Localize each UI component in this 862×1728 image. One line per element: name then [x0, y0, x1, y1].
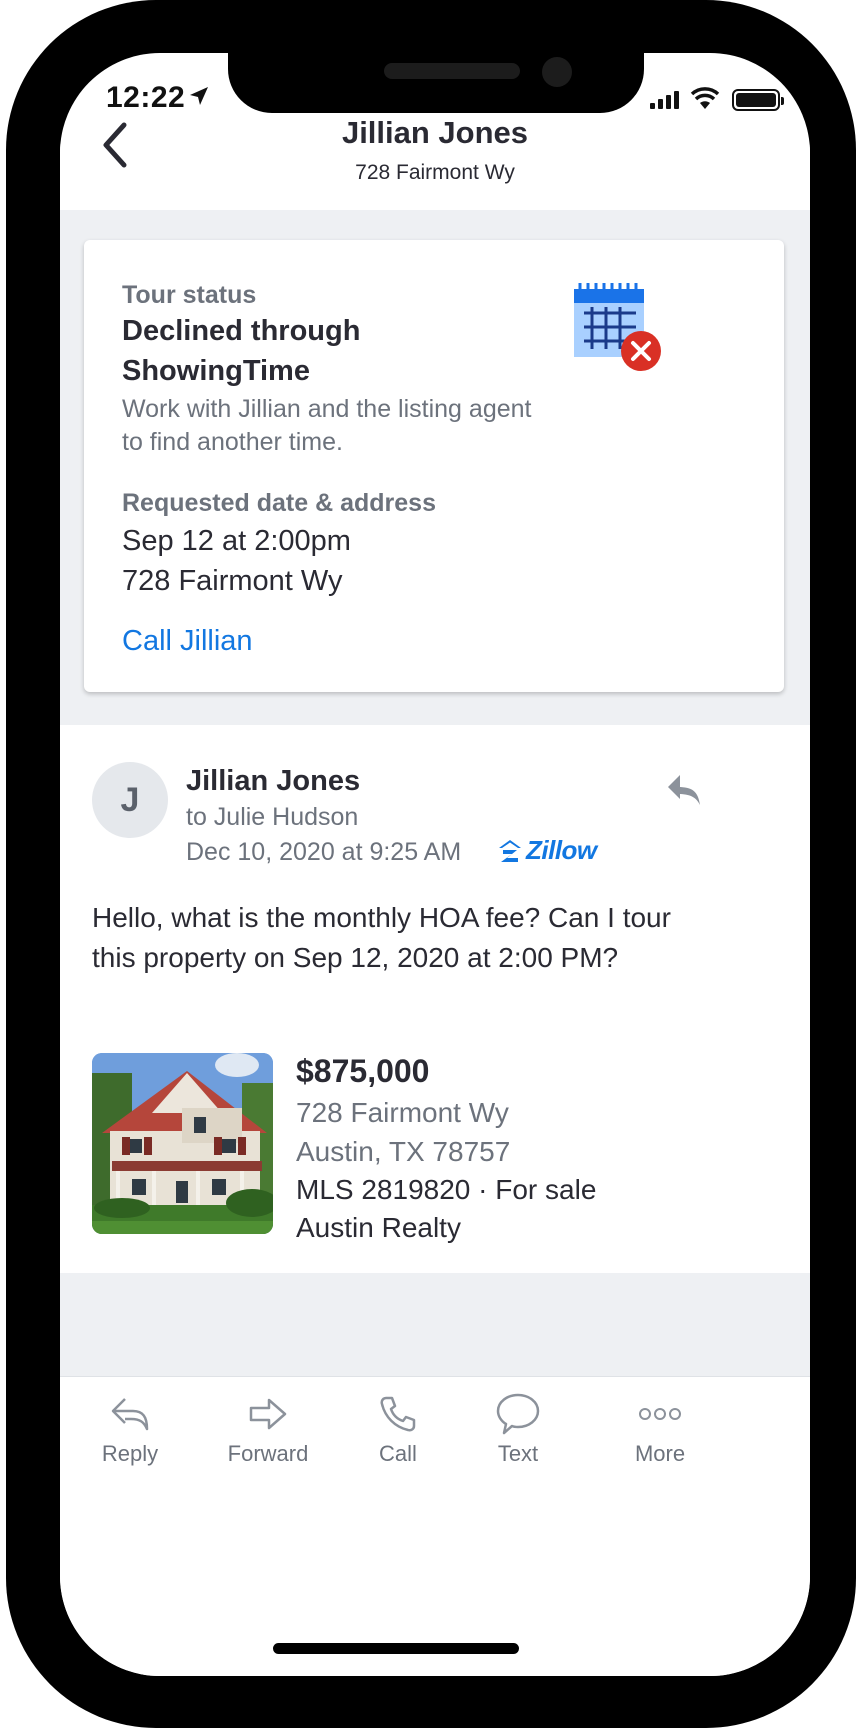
home-indicator[interactable] — [273, 1643, 519, 1654]
toolbar-text-label: Text — [497, 1441, 539, 1466]
zillow-z-icon — [499, 839, 521, 862]
chat-bubble-icon — [496, 1393, 540, 1435]
toolbar-text-button[interactable]: Text — [478, 1391, 558, 1467]
page-title: Jillian Jones — [341, 115, 529, 150]
call-jillian-link[interactable]: Call Jillian — [122, 625, 253, 658]
location-arrow-icon — [190, 87, 208, 105]
status-time: 12:22 — [106, 81, 186, 114]
battery-icon — [732, 89, 784, 111]
sender-name: Jillian Jones — [186, 765, 361, 797]
mute-switch — [6, 233, 16, 303]
cellular-signal-icon — [650, 91, 679, 109]
message-date: Dec 10, 2020 at 9:25 AM — [186, 838, 462, 866]
listing-address-line2: Austin, TX 78757 — [296, 1136, 511, 1167]
toolbar-call-button[interactable]: Call — [358, 1391, 438, 1467]
page-subtitle: 728 Fairmont Wy — [355, 161, 515, 184]
toolbar-more-button[interactable]: More — [620, 1391, 700, 1467]
more-dots-icon — [639, 1408, 681, 1420]
toolbar-forward-label: Forward — [227, 1441, 309, 1466]
listing-photo[interactable] — [92, 1053, 273, 1234]
notch — [228, 53, 644, 113]
toolbar-forward-button[interactable]: Forward — [220, 1391, 316, 1467]
recipient: to Julie Hudson — [186, 803, 359, 831]
request-date: Sep 12 at 2:00pm — [122, 525, 351, 557]
toolbar-reply-button[interactable]: Reply — [90, 1391, 170, 1467]
listing-mls: MLS 2819820 · For sale — [296, 1174, 597, 1205]
volume-down-button — [6, 515, 16, 642]
request-label: Requested date & address — [122, 489, 436, 517]
tour-description: Work with Jillian and the listing agent … — [122, 395, 532, 456]
request-address: 728 Fairmont Wy — [122, 565, 343, 597]
message-body: Hello, what is the monthly HOA fee? Can … — [92, 902, 671, 973]
avatar: J — [92, 762, 168, 838]
wifi-icon — [690, 87, 720, 109]
volume-up-button — [6, 356, 16, 483]
power-button — [846, 398, 856, 598]
toolbar-more-label: More — [634, 1441, 686, 1466]
zillow-wordmark: Zillow — [526, 835, 597, 865]
tour-status-label: Tour status — [122, 281, 257, 309]
forward-icon — [249, 1398, 287, 1430]
house-photo-illustration — [92, 1053, 273, 1234]
calendar-declined-icon — [574, 283, 661, 371]
reply-icon — [111, 1398, 149, 1431]
screen: 12:22 Jillian Jones 728 Fairmont Wy Tour… — [60, 53, 810, 1676]
zillow-logo: Zillow — [498, 835, 597, 866]
tour-status-value: Declined through ShowingTime — [122, 315, 361, 387]
phone-icon — [380, 1396, 416, 1432]
phone-frame: 12:22 Jillian Jones 728 Fairmont Wy Tour… — [6, 0, 856, 1728]
toolbar-call-label: Call — [379, 1441, 417, 1466]
speaker — [384, 63, 520, 79]
listing-address-line1: 728 Fairmont Wy — [296, 1097, 509, 1128]
listing-broker: Austin Realty — [296, 1212, 461, 1243]
toolbar-reply-label: Reply — [101, 1441, 159, 1466]
front-camera — [542, 57, 572, 87]
reply-icon[interactable] — [664, 769, 704, 809]
listing-price: $875,000 — [296, 1053, 430, 1089]
